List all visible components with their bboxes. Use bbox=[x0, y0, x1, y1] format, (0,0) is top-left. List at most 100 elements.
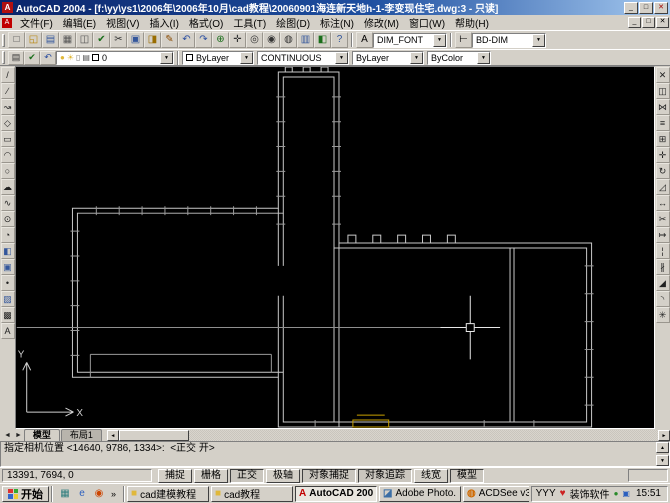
task-acdsee[interactable]: ◍ ACDSee v3.1... bbox=[463, 486, 529, 502]
polygon-button[interactable]: ◇ bbox=[1, 115, 15, 131]
osnap-toggle[interactable]: 对象捕捉 bbox=[302, 469, 356, 483]
layer-combo[interactable]: ● ☀ ▯ ▤ 0 ▼ bbox=[56, 51, 174, 65]
toolbar-grip[interactable] bbox=[2, 51, 5, 64]
doc-close-button[interactable]: ✕ bbox=[656, 17, 669, 28]
drawing-canvas[interactable]: Y X bbox=[15, 66, 655, 429]
dropdown-arrow-icon[interactable]: ▼ bbox=[433, 34, 446, 47]
circle-button[interactable]: ○ bbox=[1, 163, 15, 179]
layer-previous-button[interactable]: ↶ bbox=[40, 51, 56, 65]
rectangle-button[interactable]: ▭ bbox=[1, 131, 15, 147]
undo-button[interactable]: ↶ bbox=[178, 32, 195, 48]
horizontal-scrollbar[interactable]: ◄ ► bbox=[107, 430, 670, 441]
start-button[interactable]: 开始 bbox=[2, 486, 49, 502]
dim-style-button[interactable]: ⊢ bbox=[455, 32, 472, 48]
redo-button[interactable]: ↷ bbox=[195, 32, 212, 48]
array-button[interactable]: ⊞ bbox=[656, 131, 670, 147]
task-autocad[interactable]: A AutoCAD 200... bbox=[295, 486, 377, 502]
hscroll-right-icon[interactable]: ► bbox=[658, 430, 670, 441]
erase-button[interactable]: ✕ bbox=[656, 67, 670, 83]
lineweight-toggle[interactable]: 线宽 bbox=[414, 469, 448, 483]
layer-properties-button[interactable]: ▤ bbox=[8, 51, 24, 65]
quicklaunch-media-button[interactable]: ◉ bbox=[92, 487, 106, 501]
minimize-button[interactable]: _ bbox=[624, 2, 638, 14]
line-button[interactable]: / bbox=[1, 67, 15, 83]
tray-app-label[interactable]: 装饰软件 bbox=[570, 486, 610, 501]
ellipse-button[interactable]: ⊙ bbox=[1, 211, 15, 227]
linetype-combo[interactable]: CONTINUOUS ▼ bbox=[257, 51, 349, 65]
stretch-button[interactable]: ↔ bbox=[656, 195, 670, 211]
toolbar-grip[interactable] bbox=[2, 34, 5, 47]
otrack-toggle[interactable]: 对象追踪 bbox=[358, 469, 412, 483]
mirror-button[interactable]: ⋈ bbox=[656, 99, 670, 115]
revcloud-button[interactable]: ☁ bbox=[1, 179, 15, 195]
quicklaunch-ie-button[interactable]: e bbox=[75, 487, 89, 501]
make-object-layer-current-button[interactable]: ✔ bbox=[24, 51, 40, 65]
copy-button[interactable]: ▣ bbox=[127, 32, 144, 48]
designcenter-button[interactable]: ◧ bbox=[314, 32, 331, 48]
menu-window[interactable]: 窗口(W) bbox=[404, 15, 450, 30]
insert-block-button[interactable]: ◧ bbox=[1, 243, 15, 259]
zoom-realtime-button[interactable]: ◎ bbox=[246, 32, 263, 48]
point-button[interactable]: • bbox=[1, 275, 15, 291]
tab-nav-left-icon[interactable]: ◄ bbox=[2, 430, 13, 441]
construction-line-button[interactable]: ∕ bbox=[1, 83, 15, 99]
polar-toggle[interactable]: 极轴 bbox=[266, 469, 300, 483]
polyline-button[interactable]: ↝ bbox=[1, 99, 15, 115]
menu-insert[interactable]: 插入(I) bbox=[144, 15, 183, 30]
match-properties-button[interactable]: ✎ bbox=[161, 32, 178, 48]
tab-nav-right-icon[interactable]: ► bbox=[13, 430, 24, 441]
text-style-button[interactable]: A bbox=[356, 32, 373, 48]
close-button[interactable]: ✕ bbox=[654, 2, 668, 14]
task-photoshop[interactable]: ◪ Adobe Photo... bbox=[379, 486, 461, 502]
open-button[interactable]: ◱ bbox=[25, 32, 42, 48]
menu-edit[interactable]: 编辑(E) bbox=[58, 15, 101, 30]
model-toggle[interactable]: 模型 bbox=[450, 469, 484, 483]
paste-button[interactable]: ◨ bbox=[144, 32, 161, 48]
menu-file[interactable]: 文件(F) bbox=[15, 15, 58, 30]
tab-layout1[interactable]: 布局1 bbox=[61, 429, 102, 441]
region-button[interactable]: ▩ bbox=[1, 307, 15, 323]
explode-button[interactable]: ✳ bbox=[656, 307, 670, 323]
properties-button[interactable]: ▥ bbox=[297, 32, 314, 48]
doc-minimize-button[interactable]: _ bbox=[628, 17, 641, 28]
cut-button[interactable]: ✂ bbox=[110, 32, 127, 48]
make-block-button[interactable]: ▣ bbox=[1, 259, 15, 275]
menu-help[interactable]: 帮助(H) bbox=[450, 15, 494, 30]
task-cad-tutorial[interactable]: ■ cad教程 bbox=[211, 486, 293, 502]
spelling-button[interactable]: ✔ bbox=[93, 32, 110, 48]
dropdown-arrow-icon[interactable]: ▼ bbox=[240, 52, 253, 64]
save-button[interactable]: ▤ bbox=[42, 32, 59, 48]
tray-heart-icon[interactable]: ♥ bbox=[560, 488, 566, 499]
zoom-previous-button[interactable]: ◍ bbox=[280, 32, 297, 48]
break-at-point-button[interactable]: ¦ bbox=[656, 243, 670, 259]
trim-button[interactable]: ✂ bbox=[656, 211, 670, 227]
ime-indicator[interactable]: YYY bbox=[536, 488, 556, 499]
color-combo[interactable]: ByLayer ▼ bbox=[182, 51, 254, 65]
menu-view[interactable]: 视图(V) bbox=[101, 15, 144, 30]
task-cad-modeling-tutorial[interactable]: ■ cad建模教程 bbox=[127, 486, 209, 502]
rotate-button[interactable]: ↻ bbox=[656, 163, 670, 179]
plot-button[interactable]: ▦ bbox=[59, 32, 76, 48]
command-window[interactable]: 指定相机位置 <14640, 9786, 1334>: <正交 开> ▲ ▼ bbox=[0, 441, 670, 467]
lineweight-combo[interactable]: ByLayer ▼ bbox=[352, 51, 424, 65]
scroll-up-icon[interactable]: ▲ bbox=[656, 442, 669, 453]
plotstyle-combo[interactable]: ByColor ▼ bbox=[427, 51, 491, 65]
fillet-button[interactable]: ◝ bbox=[656, 291, 670, 307]
dropdown-arrow-icon[interactable]: ▼ bbox=[410, 52, 423, 64]
dropdown-arrow-icon[interactable]: ▼ bbox=[532, 34, 545, 47]
maximize-button[interactable]: □ bbox=[639, 2, 653, 14]
arc-button[interactable]: ◠ bbox=[1, 147, 15, 163]
chamfer-button[interactable]: ◢ bbox=[656, 275, 670, 291]
dim-style-combo[interactable]: BD-DIM ▼ bbox=[472, 33, 546, 48]
menu-modify[interactable]: 修改(M) bbox=[359, 15, 404, 30]
ortho-toggle[interactable]: 正交 bbox=[230, 469, 264, 483]
extend-button[interactable]: ↦ bbox=[656, 227, 670, 243]
ellipse-arc-button[interactable]: ◔ bbox=[1, 227, 15, 243]
quicklaunch-chevron-icon[interactable]: » bbox=[109, 489, 118, 499]
spline-button[interactable]: ∿ bbox=[1, 195, 15, 211]
dropdown-arrow-icon[interactable]: ▼ bbox=[160, 52, 173, 64]
grid-toggle[interactable]: 栅格 bbox=[194, 469, 228, 483]
command-history[interactable]: 指定相机位置 <14640, 9786, 1334>: <正交 开> bbox=[1, 442, 656, 466]
copy-object-button[interactable]: ◫ bbox=[656, 83, 670, 99]
hscroll-thumb[interactable] bbox=[119, 430, 189, 441]
